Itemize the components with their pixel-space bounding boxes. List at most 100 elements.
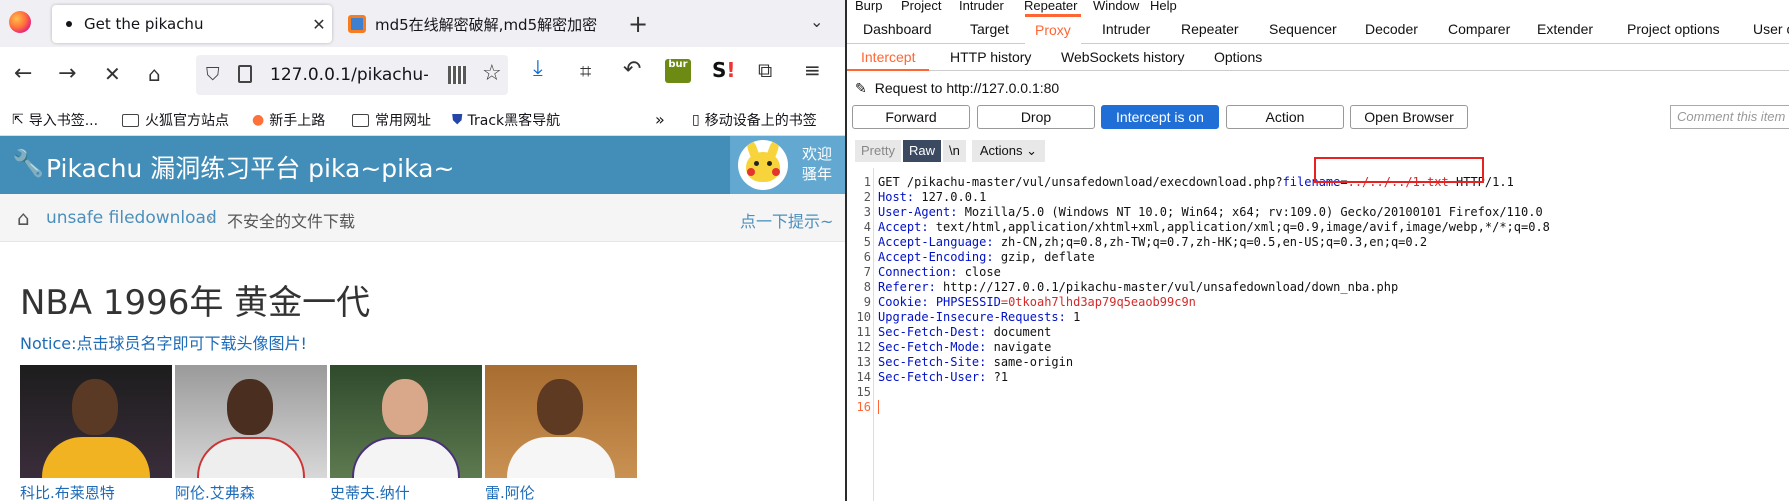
- folder-icon: [122, 113, 139, 127]
- player-link-ray-allen[interactable]: 雷.阿伦: [485, 482, 535, 501]
- header-value: http://127.0.0.1/pikachu-master/vul/unsa…: [935, 280, 1399, 294]
- tab-comparer[interactable]: Comparer: [1448, 14, 1510, 44]
- hint-link[interactable]: 点一下提示~: [740, 208, 833, 232]
- site-title[interactable]: Pikachu 漏洞练习平台 pika~pika~: [46, 149, 454, 185]
- actions-dropdown[interactable]: Actions ⌄: [971, 140, 1045, 162]
- burp-window: Burp Project Intruder Repeater Window He…: [847, 0, 1789, 501]
- request-line: Accept: text/html,application/xhtml+xml,…: [878, 220, 1550, 234]
- tracking-shield-icon[interactable]: ⛉: [206, 64, 220, 85]
- line-number: 6: [863, 250, 871, 264]
- bookmark-getting-started[interactable]: ● 新手上路: [252, 110, 325, 130]
- bookmark-label: 导入书签...: [28, 113, 99, 129]
- qr-code-icon[interactable]: [448, 66, 466, 84]
- subtab-http-history[interactable]: HTTP history: [950, 44, 1031, 71]
- page-info-icon[interactable]: [238, 65, 252, 83]
- menu-help[interactable]: Help: [1150, 0, 1177, 13]
- menu-burp[interactable]: Burp: [855, 0, 882, 13]
- subtab-intercept[interactable]: Intercept: [847, 44, 930, 71]
- raw-request-editor[interactable]: 1 GET /pikachu-master/vul/unsafedownload/…: [847, 168, 1789, 501]
- welcome-line: 欢迎: [802, 145, 833, 163]
- tab-target[interactable]: Target: [970, 14, 1009, 44]
- user-area[interactable]: 欢迎 骚年: [730, 136, 845, 194]
- tab-repeater[interactable]: Repeater: [1181, 14, 1239, 44]
- subtab-options[interactable]: Options: [1214, 44, 1262, 71]
- request-target-text: Request to http://127.0.0.1:80: [874, 80, 1060, 96]
- tab-sequencer[interactable]: Sequencer: [1269, 14, 1337, 44]
- extensions-puzzle-icon[interactable]: ⧉: [758, 58, 772, 82]
- menu-window[interactable]: Window: [1093, 0, 1139, 13]
- address-bar[interactable]: ⛉ 127.0.0.1/pikachu-master/vul/unsafedow…: [196, 55, 508, 95]
- avatar-cheek: [772, 168, 780, 176]
- bookmarks-overflow-chevron-icon[interactable]: »: [655, 110, 665, 129]
- line-number: 3: [863, 205, 871, 219]
- action-button[interactable]: Action: [1226, 105, 1344, 129]
- pencil-icon: ✎: [855, 80, 867, 96]
- player-link-iverson[interactable]: 阿伦.艾弗森: [175, 482, 255, 501]
- folder-icon: [352, 113, 369, 127]
- bookmark-label: 移动设备上的书签: [704, 113, 817, 129]
- header-name: Referer:: [878, 280, 936, 294]
- menu-repeater[interactable]: Repeater: [1024, 0, 1077, 13]
- tab-md5[interactable]: md5在线解密破解,md5解密加密: [342, 5, 607, 43]
- drop-button[interactable]: Drop: [977, 105, 1095, 129]
- home-icon[interactable]: ⌂: [148, 61, 161, 87]
- forward-button[interactable]: Forward: [852, 105, 970, 129]
- tab-close-icon[interactable]: ✕: [306, 15, 332, 34]
- screenshot-crop-icon[interactable]: ⌗: [580, 59, 591, 83]
- tab-extender[interactable]: Extender: [1537, 14, 1593, 44]
- comment-input[interactable]: Comment this item: [1670, 105, 1789, 129]
- view-newline-button[interactable]: \n: [942, 140, 966, 162]
- tab-get-the-pikachu[interactable]: Get the pikachu ✕: [52, 5, 332, 43]
- bookmark-firefox-official[interactable]: 火狐官方站点: [122, 110, 229, 130]
- bookmark-mobile[interactable]: ▯ 移动设备上的书签: [692, 110, 817, 130]
- stop-loading-icon[interactable]: ✕: [104, 61, 121, 87]
- undo-arrow-icon[interactable]: ↶: [623, 57, 641, 82]
- player-link-kobe[interactable]: 科比.布莱恩特: [20, 482, 115, 501]
- bookmark-star-icon[interactable]: ☆: [482, 61, 502, 86]
- filename-highlight-box: [1314, 157, 1484, 183]
- tab-decoder[interactable]: Decoder: [1365, 14, 1418, 44]
- url-text[interactable]: 127.0.0.1/pikachu-master/vul/unsafedownl…: [270, 65, 428, 85]
- avatar-eye: [754, 161, 759, 166]
- menu-intruder[interactable]: Intruder: [959, 0, 1004, 13]
- hamburger-menu-icon[interactable]: ≡: [804, 58, 821, 82]
- tab-intruder[interactable]: Intruder: [1102, 14, 1150, 44]
- burp-extension-icon[interactable]: bur: [665, 59, 691, 83]
- forward-arrow-icon[interactable]: →: [58, 61, 76, 87]
- bookmark-common-sites[interactable]: 常用网址: [352, 110, 431, 130]
- intercept-toggle-button[interactable]: Intercept is on: [1101, 105, 1219, 129]
- tab-list-chevron-down-icon[interactable]: ⌄: [810, 12, 823, 31]
- tab-proxy[interactable]: Proxy: [1025, 14, 1081, 44]
- download-icon[interactable]: ⤓: [533, 56, 543, 81]
- header-value: navigate: [986, 340, 1052, 354]
- bookmark-track[interactable]: ⛊ Track黑客导航: [452, 110, 560, 130]
- home-icon[interactable]: ⌂: [17, 206, 30, 230]
- header-name: User-Agent:: [878, 205, 958, 219]
- tab-project-options[interactable]: Project options: [1627, 14, 1720, 44]
- firefox-window: Get the pikachu ✕ md5在线解密破解,md5解密加密 + ⌄ …: [0, 0, 845, 501]
- tab-dashboard[interactable]: Dashboard: [863, 14, 932, 44]
- request-line: Connection: close: [878, 265, 1001, 279]
- bookmark-label: 常用网址: [375, 113, 431, 129]
- request-line: Sec-Fetch-Dest: document: [878, 325, 1051, 339]
- breadcrumb-separator-icon: ›: [207, 208, 214, 227]
- view-raw-button[interactable]: Raw: [902, 140, 941, 162]
- back-arrow-icon[interactable]: ←: [14, 61, 32, 87]
- open-browser-button[interactable]: Open Browser: [1350, 105, 1468, 129]
- player-photo-iverson: [175, 365, 327, 478]
- player-link-nash[interactable]: 史蒂夫.纳什: [330, 482, 410, 501]
- firefox-logo-icon[interactable]: [9, 11, 31, 33]
- md5-site-favicon-icon: [348, 15, 366, 33]
- breadcrumb-section-link[interactable]: unsafe filedownload: [46, 208, 217, 228]
- subtab-websockets-history[interactable]: WebSockets history: [1061, 44, 1184, 71]
- bookmark-import[interactable]: ⇱ 导入书签...: [12, 110, 98, 130]
- s-bang-extension-icon[interactable]: S!: [712, 58, 736, 82]
- new-tab-plus-icon[interactable]: +: [628, 10, 648, 38]
- notice-text: Notice:点击球员名字即可下载头像图片!: [20, 334, 307, 353]
- menu-project[interactable]: Project: [901, 0, 941, 13]
- view-pretty-button[interactable]: Pretty: [855, 140, 901, 162]
- header-value: 127.0.0.1: [914, 190, 987, 204]
- tab-user-options[interactable]: User o: [1753, 14, 1789, 44]
- request-line: Sec-Fetch-Site: same-origin: [878, 355, 1073, 369]
- cookie-name: PHPSESSID: [935, 295, 1001, 309]
